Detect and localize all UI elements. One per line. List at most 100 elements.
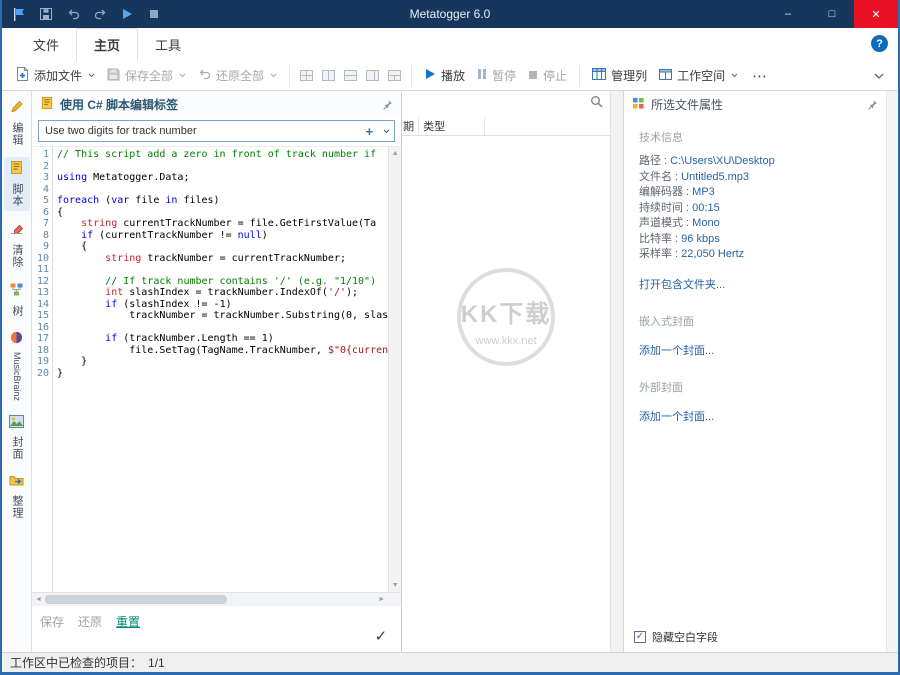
column-header[interactable]: 期 xyxy=(402,117,419,135)
add-script-button[interactable]: + xyxy=(361,124,379,139)
line-number: 8 xyxy=(32,230,49,242)
code-line[interactable] xyxy=(57,161,388,173)
layout-rows-icon[interactable] xyxy=(344,70,357,81)
help-button[interactable]: ? xyxy=(871,35,888,52)
play-button[interactable]: 播放 xyxy=(418,63,471,88)
property-link[interactable]: 添加一个封面... xyxy=(639,408,878,424)
code-line[interactable]: // This script add a zero in front of tr… xyxy=(57,149,388,161)
code-line[interactable]: { xyxy=(57,207,388,219)
properties-header: 所选文件属性 xyxy=(624,91,886,117)
properties-footer: ✓ 隐藏空白字段 xyxy=(624,622,886,652)
code-line[interactable] xyxy=(57,264,388,276)
code-line[interactable]: } xyxy=(57,368,388,380)
script-preset-value: Use two digits for track number xyxy=(45,125,197,137)
collapse-ribbon-button[interactable] xyxy=(868,73,890,79)
property-label: 路径 : xyxy=(639,155,670,167)
sidebar-item-script[interactable]: 脚本 xyxy=(4,157,30,211)
watermark: KK下载 www.kkx.net xyxy=(431,294,581,347)
sidebar-item-edit[interactable]: 编辑 xyxy=(4,96,30,150)
file-list-body[interactable]: KK下载 www.kkx.net xyxy=(402,136,610,652)
sidebar-item-musicbrainz[interactable]: MusicBrainz xyxy=(4,328,30,405)
properties-scrollbar[interactable] xyxy=(886,91,898,652)
play-icon xyxy=(424,68,436,83)
code-line[interactable]: { xyxy=(57,241,388,253)
layout-columns-icon[interactable] xyxy=(322,70,335,81)
statusbar: 工作区中已检查的项目： 1/1 xyxy=(2,652,898,672)
script-preset-dropdown[interactable]: Use two digits for track number + xyxy=(38,120,395,142)
quick-save-icon[interactable] xyxy=(38,6,54,22)
quick-play-icon[interactable] xyxy=(119,6,135,22)
layout-main-side-icon[interactable] xyxy=(366,70,379,81)
scroll-left-icon[interactable]: ◄ xyxy=(32,596,45,603)
more-button[interactable]: ⋯ xyxy=(744,67,776,85)
restore-all-icon xyxy=(198,68,211,83)
manage-columns-button[interactable]: 管理列 xyxy=(586,63,653,88)
sidebar-item-label: 树 xyxy=(11,305,22,317)
search-icon[interactable] xyxy=(590,95,603,113)
line-number: 9 xyxy=(32,241,49,253)
tab-tools[interactable]: 工具 xyxy=(138,29,198,61)
scrollbar-track[interactable] xyxy=(45,593,375,606)
save-all-button[interactable]: 保存全部 xyxy=(101,63,192,88)
tab-home[interactable]: 主页 xyxy=(76,28,138,61)
code-line[interactable]: trackNumber = trackNumber.Substring(0, s… xyxy=(57,310,388,322)
add-files-button[interactable]: 添加文件 xyxy=(10,63,101,88)
script-panel-header: 使用 C# 脚本编辑标签 xyxy=(32,91,401,117)
stop-button[interactable]: 停止 xyxy=(522,63,573,88)
script-panel-title: 使用 C# 脚本编辑标签 xyxy=(60,96,178,113)
code-line[interactable]: if (trackNumber.Length == 1) xyxy=(57,333,388,345)
property-link[interactable]: 添加一个封面... xyxy=(639,342,878,358)
vertical-scrollbar[interactable]: ▲ ▼ xyxy=(388,147,401,592)
code-line[interactable]: // If track number contains '/' (e.g. "1… xyxy=(57,276,388,288)
code-editor[interactable]: 1234567891011121314151617181920 // This … xyxy=(32,146,401,592)
code-line[interactable]: using Metatogger.Data; xyxy=(57,172,388,184)
scroll-right-icon[interactable]: ► xyxy=(375,596,388,603)
file-list-scrollbar[interactable] xyxy=(610,91,624,652)
code-line[interactable]: if (currentTrackNumber != null) xyxy=(57,230,388,242)
layout-split-icon[interactable] xyxy=(388,70,401,81)
column-header[interactable]: 类型 xyxy=(419,117,485,135)
script-reset-link[interactable]: 重置 xyxy=(116,613,140,630)
code-line[interactable]: string currentTrackNumber = file.GetFirs… xyxy=(57,218,388,230)
code-line[interactable] xyxy=(57,322,388,334)
code-line[interactable] xyxy=(57,184,388,196)
sidebar-item-organize[interactable]: 整理 xyxy=(4,471,30,523)
code-line[interactable]: foreach (var file in files) xyxy=(57,195,388,207)
code-line[interactable]: int slashIndex = trackNumber.IndexOf('/'… xyxy=(57,287,388,299)
hide-empty-checkbox[interactable]: ✓ xyxy=(634,631,646,643)
tab-file[interactable]: 文件 xyxy=(16,29,76,61)
pause-button[interactable]: 暂停 xyxy=(471,63,522,88)
quick-undo-icon[interactable] xyxy=(65,6,81,22)
sidebar-item-purge[interactable]: 清除 xyxy=(4,218,30,272)
sidebar-item-tree[interactable]: 树 xyxy=(4,279,30,321)
horizontal-scrollbar[interactable]: ◄ ► xyxy=(32,592,401,606)
script-icon xyxy=(9,160,24,180)
script-save-link[interactable]: 保存 xyxy=(40,613,64,630)
chevron-down-icon[interactable] xyxy=(378,121,394,141)
scroll-down-icon[interactable]: ▼ xyxy=(392,582,399,589)
line-number: 1 xyxy=(32,149,49,161)
sidebar-item-cover[interactable]: 封面 xyxy=(4,412,30,464)
scroll-up-icon[interactable]: ▲ xyxy=(392,150,399,157)
scrollbar-thumb[interactable] xyxy=(45,595,227,604)
code-line[interactable]: string trackNumber = currentTrackNumber; xyxy=(57,253,388,265)
property-label: 持续时间 : xyxy=(639,202,692,214)
code-line[interactable]: if (slashIndex != -1) xyxy=(57,299,388,311)
workspace-button[interactable]: 工作空间 xyxy=(653,63,744,88)
layout-grid-icon[interactable] xyxy=(300,70,313,81)
code-line[interactable]: } xyxy=(57,356,388,368)
script-restore-link[interactable]: 还原 xyxy=(78,613,102,630)
maximize-button[interactable]: □ xyxy=(810,0,854,28)
property-value: 22,050 Hertz xyxy=(681,248,744,260)
property-link[interactable]: 打开包含文件夹... xyxy=(639,276,878,292)
quick-redo-icon[interactable] xyxy=(92,6,108,22)
code-line[interactable]: file.SetTag(TagName.TrackNumber, $"0{cur… xyxy=(57,345,388,357)
property-value: 00:15 xyxy=(692,202,720,214)
pin-icon[interactable] xyxy=(382,99,393,110)
quick-stop-icon[interactable] xyxy=(146,6,162,22)
restore-all-button[interactable]: 还原全部 xyxy=(192,63,283,88)
pin-icon[interactable] xyxy=(867,99,878,110)
close-button[interactable]: ✕ xyxy=(854,0,898,28)
code-lines[interactable]: // This script add a zero in front of tr… xyxy=(53,147,388,592)
minimize-button[interactable]: – xyxy=(766,0,810,28)
